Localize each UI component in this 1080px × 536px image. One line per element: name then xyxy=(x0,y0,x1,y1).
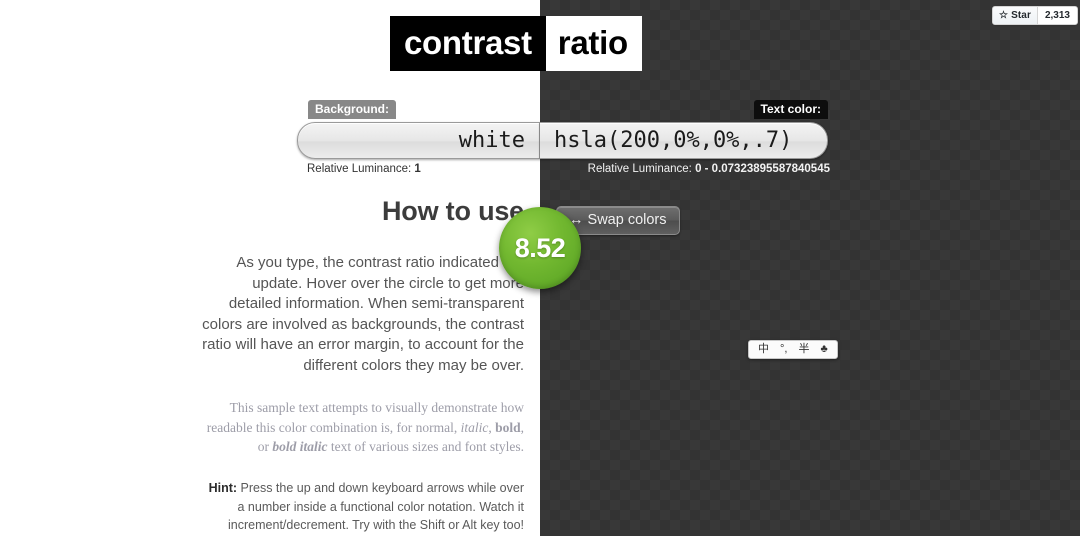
star-outline-icon: ☆ xyxy=(999,9,1009,21)
ime-keyboard-icon[interactable]: ♣ xyxy=(820,344,827,355)
text-color-pane xyxy=(540,0,1080,536)
hint-text: Hint: Press the up and down keyboard arr… xyxy=(0,479,524,535)
star-count[interactable]: 2,313 xyxy=(1037,7,1077,24)
sample-tail: text of various sizes and font styles. xyxy=(327,439,524,455)
hint-body: Press the up and down keyboard arrows wh… xyxy=(228,480,524,533)
how-to-use-section: How to use As you type, the contrast rat… xyxy=(0,196,540,536)
text-color-relative-luminance: Relative Luminance: 0 - 0.07323895587840… xyxy=(588,163,830,175)
contrast-ratio-app: ☆ Star 2,313 contrast ratio Background: … xyxy=(0,0,1080,536)
ime-language-mode[interactable]: 中 xyxy=(758,344,769,355)
background-luminance-value: 1 xyxy=(414,163,421,175)
text-luminance-label: Relative Luminance: xyxy=(587,163,692,175)
text-color-input[interactable]: hsla(200,0%,0%,.7) xyxy=(540,122,828,159)
background-field-label: Background: xyxy=(308,100,397,119)
how-to-use-intro: As you type, the contrast ratio indicate… xyxy=(202,254,524,374)
page-title-ratio: ratio xyxy=(545,16,642,71)
ime-width-mode[interactable]: 半 xyxy=(798,344,809,355)
sample-text: This sample text attempts to visually de… xyxy=(0,398,524,457)
background-luminance-label: Relative Luminance: xyxy=(307,163,412,175)
color-inputs-row: Background: white Relative Luminance: 1 … xyxy=(0,100,1080,289)
sample-bold-italic: bold italic xyxy=(272,439,328,455)
background-relative-luminance: Relative Luminance: 1 xyxy=(307,163,421,175)
text-luminance-value: 0 - 0.07323895587840545 xyxy=(695,163,830,175)
star-button[interactable]: ☆ Star xyxy=(993,7,1038,24)
ime-punctuation-mode[interactable]: °, xyxy=(780,344,787,355)
star-button-label: Star xyxy=(1011,10,1031,21)
hint-label: Hint: xyxy=(208,480,238,495)
text-color-field-label: Text color: xyxy=(753,100,828,119)
background-color-input[interactable]: white xyxy=(297,122,540,159)
page-title: contrast ratio xyxy=(390,16,642,71)
sample-italic: italic xyxy=(460,419,489,435)
ime-status-bar[interactable]: 中 °, 半 ♣ xyxy=(748,340,838,359)
sample-bold: bold xyxy=(495,419,521,435)
how-to-use-heading: How to use xyxy=(381,196,524,226)
contrast-ratio-indicator[interactable]: 8.52 xyxy=(499,207,581,289)
github-star-widget[interactable]: ☆ Star 2,313 xyxy=(992,6,1078,25)
page-title-contrast: contrast xyxy=(390,16,546,71)
